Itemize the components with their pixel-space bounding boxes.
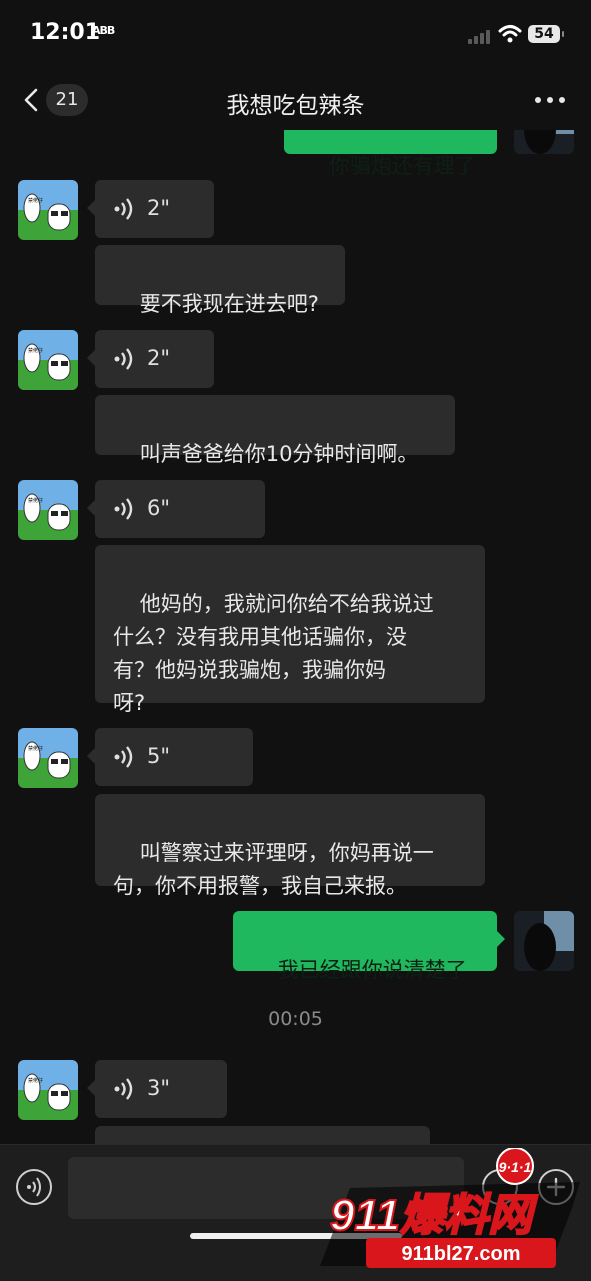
avatar-caption: 禁佬仔 (28, 745, 43, 752)
voice-duration: 2" (147, 196, 171, 220)
voice-wave-icon (27, 1177, 41, 1197)
avatar-contact[interactable]: 禁佬仔 (18, 728, 78, 788)
watermark-url: 911bl27.com (402, 1243, 521, 1265)
voice-wave-icon (114, 746, 133, 768)
message-bubble-incoming[interactable]: 要不我现在进去吧? (95, 245, 345, 316)
voice-wave-icon (114, 348, 133, 370)
message-text: 要不我现在进去吧? (139, 292, 319, 316)
message-text: 叫警察过来评理呀，你妈再说一 句，你不用报警，我自己来报。 (113, 841, 434, 898)
timestamp-divider: 00:05 (268, 1008, 323, 1030)
voice-message[interactable]: 5" (87, 728, 253, 786)
contact-avatar-image: 禁佬仔 (18, 330, 78, 390)
avatar-caption: 禁佬仔 (28, 197, 43, 204)
status-notification-label: ABB (92, 24, 115, 37)
avatar-self[interactable] (514, 911, 574, 971)
avatar-caption: 禁佬仔 (28, 497, 43, 504)
message-bubble-incoming-partial[interactable] (95, 1126, 430, 1144)
voice-duration: 2" (147, 346, 171, 370)
more-options-icon[interactable] (532, 88, 568, 112)
status-bar: 12:01 ABB 54 (0, 0, 591, 70)
avatar-caption: 禁佬仔 (28, 1077, 43, 1084)
voice-message[interactable]: 2" (87, 180, 214, 238)
message-bubble-incoming[interactable]: 他妈的，我就问你给不给我说过 什么？没有我用其他话骗你，没 有？他妈说我骗炮，我… (95, 545, 485, 715)
message-bubble-outgoing[interactable]: 我已经跟你说清楚了 (233, 911, 505, 982)
avatar-contact[interactable]: 禁佬仔 (18, 330, 78, 390)
avatar-contact[interactable]: 禁佬仔 (18, 180, 78, 240)
contact-avatar-image: 禁佬仔 (18, 180, 78, 240)
message-text: 他妈的，我就问你给不给我说过 什么？没有我用其他话骗你，没 有？他妈说我骗炮，我… (113, 592, 434, 715)
battery-icon: 54 (528, 25, 564, 43)
voice-wave-icon (114, 198, 133, 220)
self-avatar-image (514, 130, 574, 154)
voice-input-toggle[interactable] (16, 1169, 52, 1205)
contact-avatar-image: 禁佬仔 (18, 480, 78, 540)
watermark-logo: 9·1·1 911爆料网 911bl27.com (320, 1148, 580, 1268)
avatar-caption: 禁佬仔 (28, 347, 43, 354)
message-text: 叫声爸爸给你10分钟时间啊。 (139, 442, 419, 466)
watermark-badge: 9·1·1 (499, 1159, 532, 1175)
wifi-icon (498, 25, 522, 43)
voice-duration: 6" (147, 496, 171, 520)
watermark-brand: 911爆料网 (330, 1191, 538, 1240)
chat-title: 我想吃包辣条 (226, 93, 365, 119)
self-avatar-image (514, 911, 574, 971)
message-text: 我已经跟你说清楚了 (277, 958, 467, 982)
contact-avatar-image: 禁佬仔 (18, 1060, 78, 1120)
chat-header: 21 我想吃包辣条 (0, 70, 591, 130)
message-text: 你骗炮还有理了 (328, 154, 476, 178)
message-bubble-incoming[interactable]: 叫声爸爸给你10分钟时间啊。 (95, 395, 455, 466)
voice-message[interactable]: 2" (87, 330, 214, 388)
cellular-signal-icon (468, 28, 494, 44)
message-bubble-outgoing[interactable]: 你骗炮还有理了 (284, 130, 497, 178)
voice-message[interactable]: 3" (87, 1060, 227, 1118)
avatar-self[interactable] (514, 130, 574, 154)
message-list[interactable]: 你骗炮还有理了 禁佬仔 2" 要不我现在进去吧? 禁佬仔 2" 叫声爸爸给你10… (0, 130, 591, 1144)
contact-avatar-image: 禁佬仔 (18, 728, 78, 788)
avatar-contact[interactable]: 禁佬仔 (18, 1060, 78, 1120)
status-time: 12:01 (30, 20, 101, 45)
voice-duration: 3" (147, 1076, 171, 1100)
voice-duration: 5" (147, 744, 171, 768)
message-bubble-incoming[interactable]: 叫警察过来评理呀，你妈再说一 句，你不用报警，我自己来报。 (95, 794, 485, 898)
voice-wave-icon (114, 498, 133, 520)
voice-message[interactable]: 6" (87, 480, 265, 538)
avatar-contact[interactable]: 禁佬仔 (18, 480, 78, 540)
voice-wave-icon (114, 1078, 133, 1100)
